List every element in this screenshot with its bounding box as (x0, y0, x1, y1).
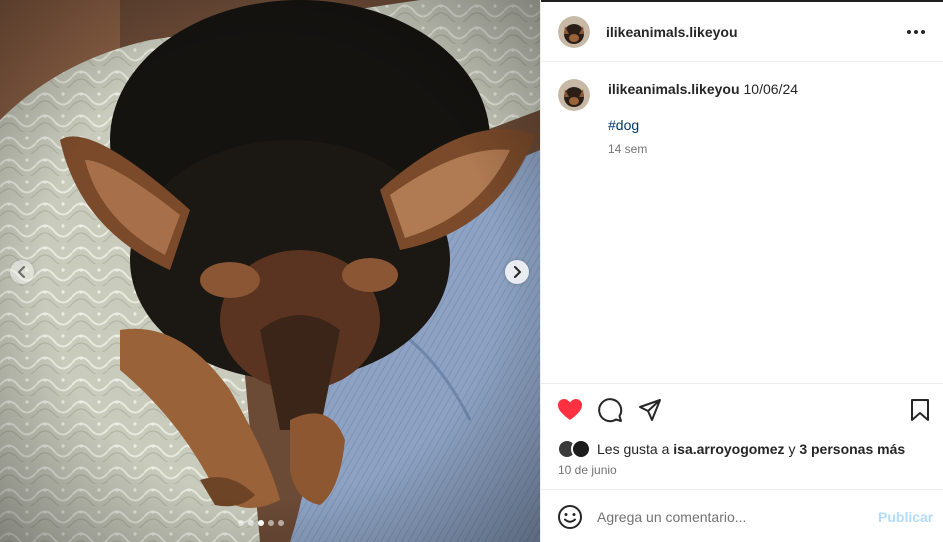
comment-composer: Publicar (541, 489, 943, 542)
liker-username[interactable]: isa.arroyogomez (673, 441, 784, 457)
caption-section: ilikeanimals.likeyou 10/06/24 #dog 14 sem (541, 63, 943, 383)
heart-filled-icon (558, 399, 582, 420)
likes-connector: y (788, 441, 796, 457)
caption-avatar[interactable] (558, 79, 590, 111)
likes-prefix: Les gusta a (597, 441, 670, 457)
dog-avatar-image (558, 16, 590, 48)
carousel-dot (278, 520, 284, 526)
share-button[interactable] (636, 396, 664, 424)
likes-others-link[interactable]: 3 personas más (799, 441, 905, 457)
post-panel: ilikeanimals.likeyou ilikeanimals.likeyo… (540, 0, 943, 542)
post-header: ilikeanimals.likeyou (541, 2, 943, 62)
comment-icon (598, 398, 623, 423)
post-photo (0, 0, 540, 542)
avatar[interactable] (571, 439, 591, 459)
smiley-icon (558, 505, 582, 529)
comment-input[interactable] (597, 504, 867, 530)
chevron-right-icon (514, 266, 521, 278)
like-button[interactable] (556, 396, 584, 424)
carousel-dot (238, 520, 244, 526)
post-author-username[interactable]: ilikeanimals.likeyou (606, 24, 738, 40)
action-bar: Les gusta a isa.arroyogomez y 3 personas… (541, 383, 943, 489)
carousel-indicator (238, 520, 284, 526)
carousel-dot (248, 520, 254, 526)
dog-avatar-image (558, 79, 590, 111)
comment-button[interactable] (596, 396, 624, 424)
avatar[interactable] (558, 16, 590, 48)
bookmark-icon (911, 399, 929, 421)
carousel-next-button[interactable] (505, 260, 529, 284)
publish-button[interactable]: Publicar (878, 509, 933, 525)
caption-line: ilikeanimals.likeyou 10/06/24 (608, 81, 798, 97)
caption-time-ago: 14 sem (608, 142, 648, 156)
dog-photo (0, 0, 540, 542)
carousel-prev-button[interactable] (10, 260, 34, 284)
more-horizontal-icon (907, 30, 911, 34)
caption-username[interactable]: ilikeanimals.likeyou (608, 81, 740, 97)
post-date: 10 de junio (558, 463, 617, 477)
likes-summary: Les gusta a isa.arroyogomez y 3 personas… (557, 439, 905, 459)
save-button[interactable] (906, 396, 934, 424)
send-icon (639, 399, 661, 421)
chevron-left-icon (18, 266, 25, 278)
carousel-dot-active (258, 520, 264, 526)
more-options-button[interactable] (901, 22, 931, 42)
liker-avatars (557, 439, 593, 459)
caption-date: 10/06/24 (743, 81, 799, 97)
hashtag-link[interactable]: #dog (608, 117, 639, 133)
emoji-button[interactable] (557, 504, 583, 530)
carousel-dot (268, 520, 274, 526)
